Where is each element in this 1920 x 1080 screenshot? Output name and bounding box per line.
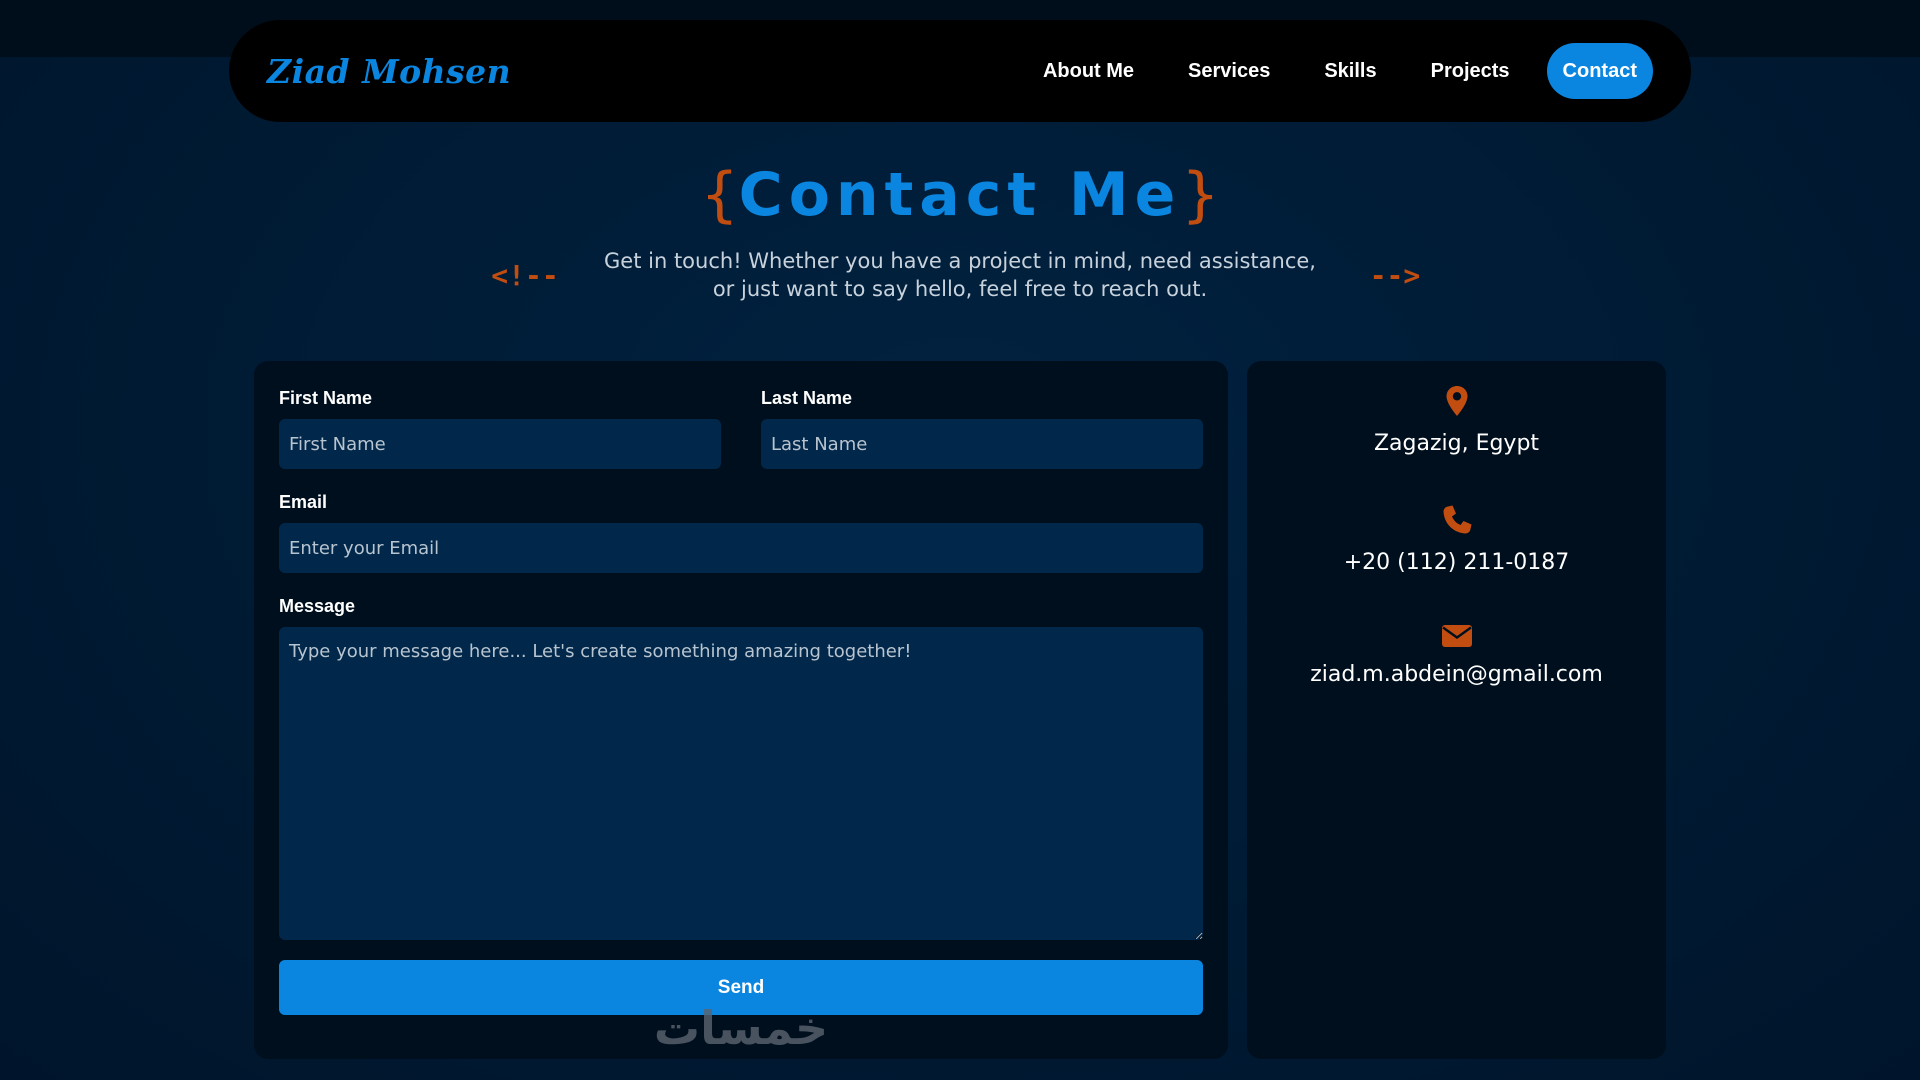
location-text: Zagazig, Egypt xyxy=(1373,431,1540,456)
message-label: Message xyxy=(279,596,356,616)
comment-open-mark: <!-- xyxy=(491,258,559,292)
first-name-input[interactable] xyxy=(279,419,721,469)
watermark-logo: خمسات xyxy=(653,1001,829,1055)
last-name-label: Last Name xyxy=(761,388,853,408)
info-email: ziad.m.abdein@gmail.com xyxy=(1247,624,1666,687)
brand-logo[interactable]: Ziad Mohsen xyxy=(267,52,511,91)
email-text[interactable]: ziad.m.abdein@gmail.com xyxy=(1247,662,1666,687)
comment-close-mark: --> xyxy=(1369,258,1421,292)
title-text: Contact Me xyxy=(738,160,1182,230)
page-title: {Contact Me} xyxy=(0,160,1920,230)
message-textarea[interactable] xyxy=(279,627,1203,940)
nav-link-projects[interactable]: Projects xyxy=(1404,60,1537,83)
phone-text[interactable]: +20 (112) 211-0187 xyxy=(1247,550,1666,575)
email-input[interactable] xyxy=(279,523,1203,573)
phone-icon xyxy=(1443,505,1471,534)
last-name-input[interactable] xyxy=(761,419,1203,469)
page: Ziad Mohsen About Me Services Skills Pro… xyxy=(0,0,1920,1080)
nav-link-services[interactable]: Services xyxy=(1161,60,1297,83)
contact-info-card: Zagazig, Egypt +20 (112) 211-0187 ziad.m… xyxy=(1247,361,1666,1059)
first-name-label: First Name xyxy=(279,388,373,408)
subtitle-row: <!-- Get in touch! Whether you have a pr… xyxy=(0,247,1920,303)
contact-form: First Name Last Name Email Message Send … xyxy=(254,361,1228,1059)
title-brace-open: { xyxy=(700,160,739,230)
nav-link-contact[interactable]: Contact xyxy=(1546,43,1653,99)
subtitle: Get in touch! Whether you have a project… xyxy=(604,249,1316,301)
nav-link-skills[interactable]: Skills xyxy=(1297,60,1403,83)
envelope-icon xyxy=(1441,625,1472,647)
map-pin-icon xyxy=(1446,386,1467,416)
navbar: Ziad Mohsen About Me Services Skills Pro… xyxy=(229,20,1691,122)
info-phone: +20 (112) 211-0187 xyxy=(1247,504,1666,575)
info-location: Zagazig, Egypt xyxy=(1247,385,1666,456)
email-label: Email xyxy=(279,492,328,512)
nav-links: About Me Services Skills Projects Contac… xyxy=(1016,43,1653,99)
nav-link-about[interactable]: About Me xyxy=(1016,60,1161,83)
title-brace-close: } xyxy=(1181,160,1220,230)
